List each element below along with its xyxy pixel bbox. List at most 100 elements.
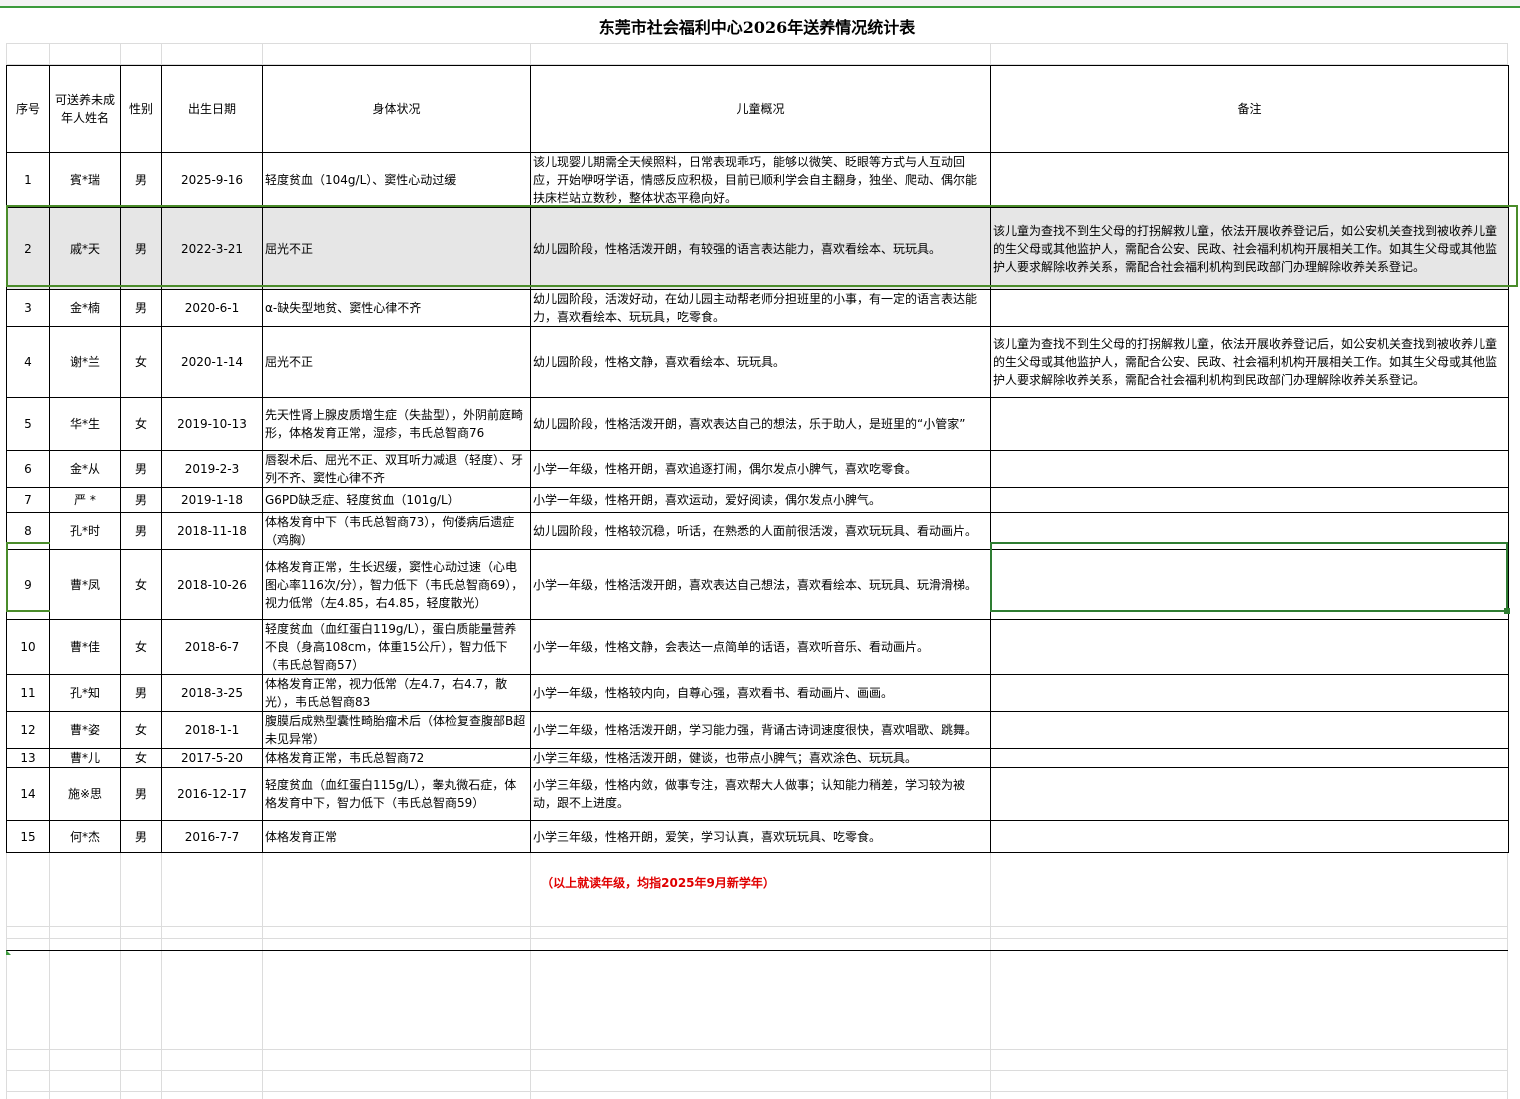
cell-health[interactable]: α-缺失型地贫、窦性心律不齐: [262, 289, 531, 327]
cell-name[interactable]: 孔*时: [49, 512, 121, 550]
cell-birth[interactable]: 2022-3-21: [161, 207, 263, 290]
cell-gender[interactable]: 男: [120, 450, 162, 488]
cell-gender[interactable]: 男: [120, 767, 162, 821]
cell-name[interactable]: 华*生: [49, 397, 121, 451]
cell-birth[interactable]: 2025-9-16: [161, 152, 263, 208]
cell-remark[interactable]: 该儿童为查找不到生父母的打拐解救儿童，依法开展收养登记后，如公安机关查找到被收养…: [990, 207, 1509, 290]
cell-remark[interactable]: [990, 289, 1509, 327]
cell-no[interactable]: 8: [6, 512, 50, 550]
cell-birth[interactable]: 2017-5-20: [161, 748, 263, 768]
cell-birth[interactable]: 2018-10-26: [161, 549, 263, 620]
cell-gender[interactable]: 男: [120, 674, 162, 712]
cell-health[interactable]: 轻度贫血（血红蛋白119g/L），蛋白质能量营养不良（身高108cm，体重15公…: [262, 619, 531, 675]
cell-health[interactable]: 体格发育正常，视力低常（左4.7，右4.7，散光），韦氏总智商83: [262, 674, 531, 712]
cell-no[interactable]: 10: [6, 619, 50, 675]
cell-birth[interactable]: 2020-6-1: [161, 289, 263, 327]
cell-no[interactable]: 13: [6, 748, 50, 768]
cell-birth[interactable]: 2019-10-13: [161, 397, 263, 451]
cell-birth[interactable]: 2018-6-7: [161, 619, 263, 675]
cell-name[interactable]: 施※思: [49, 767, 121, 821]
cell-health[interactable]: 轻度贫血（104g/L）、窦性心动过缓: [262, 152, 531, 208]
cell-gender[interactable]: 男: [120, 289, 162, 327]
cell-remark[interactable]: [990, 487, 1509, 513]
cell-gender[interactable]: 男: [120, 487, 162, 513]
cell-gender[interactable]: 男: [120, 207, 162, 290]
cell-gender[interactable]: 女: [120, 397, 162, 451]
cell-birth[interactable]: 2019-1-18: [161, 487, 263, 513]
cell-birth[interactable]: 2019-2-3: [161, 450, 263, 488]
cell-name[interactable]: 曹*佳: [49, 619, 121, 675]
cell-name[interactable]: 戚*天: [49, 207, 121, 290]
cell-overview[interactable]: 该儿现婴儿期需全天候照料，日常表现乖巧，能够以微笑、眨眼等方式与人互动回应，开始…: [530, 152, 991, 208]
sheet-title[interactable]: 东莞市社会福利中心2026年送养情况统计表: [6, 8, 1508, 44]
cell-overview[interactable]: 小学一年级，性格活泼开朗，喜欢表达自己想法，喜欢看绘本、玩玩具、玩滑滑梯。: [530, 549, 991, 620]
cell-health[interactable]: 先天性肾上腺皮质增生症（失盐型），外阴前庭畸形，体格发育正常，湿疹，韦氏总智商7…: [262, 397, 531, 451]
cell-health[interactable]: 屈光不正: [262, 326, 531, 398]
cell-overview[interactable]: 小学一年级，性格开朗，喜欢追逐打闹，偶尔发点小脾气，喜欢吃零食。: [530, 450, 991, 488]
cell-name[interactable]: 賓*瑞: [49, 152, 121, 208]
blank-row[interactable]: [6, 44, 1508, 65]
cell-no[interactable]: 7: [6, 487, 50, 513]
cell-name[interactable]: 曹*凤: [49, 549, 121, 620]
header-name[interactable]: 可送养未成年人姓名: [49, 65, 121, 153]
cell-health[interactable]: 体格发育中下（韦氏总智商73），佝偻病后遗症（鸡胸）: [262, 512, 531, 550]
cell-no[interactable]: 1: [6, 152, 50, 208]
cell-no[interactable]: 2: [6, 207, 50, 290]
cell-overview[interactable]: 小学二年级，性格活泼开朗，学习能力强，背诵古诗词速度很快，喜欢唱歌、跳舞。: [530, 711, 991, 749]
cell-birth[interactable]: 2018-1-1: [161, 711, 263, 749]
header-health[interactable]: 身体状况: [262, 65, 531, 153]
cell-remark[interactable]: [990, 711, 1509, 749]
cell-gender[interactable]: 女: [120, 619, 162, 675]
cell-name[interactable]: 金*楠: [49, 289, 121, 327]
cell-no[interactable]: 11: [6, 674, 50, 712]
cell-health[interactable]: 体格发育正常，韦氏总智商72: [262, 748, 531, 768]
cell-health[interactable]: 轻度贫血（血红蛋白115g/L），睾丸微石症，体格发育中下，智力低下（韦氏总智商…: [262, 767, 531, 821]
header-no[interactable]: 序号: [6, 65, 50, 153]
cell-name[interactable]: 严 *: [49, 487, 121, 513]
cell-gender[interactable]: 男: [120, 512, 162, 550]
cell-overview[interactable]: 小学三年级，性格内敛，做事专注，喜欢帮大人做事；认知能力稍差，学习较为被动，跟不…: [530, 767, 991, 821]
cell-no[interactable]: 3: [6, 289, 50, 327]
cell-no[interactable]: 5: [6, 397, 50, 451]
cell-gender[interactable]: 女: [120, 711, 162, 749]
cell-health[interactable]: 腹膜后成熟型囊性畸胎瘤术后（体检复查腹部B超未见异常）: [262, 711, 531, 749]
cell-remark[interactable]: [990, 674, 1509, 712]
cell-remark[interactable]: [990, 512, 1509, 550]
cell-overview[interactable]: 小学一年级，性格开朗，喜欢运动，爱好阅读，偶尔发点小脾气。: [530, 487, 991, 513]
cell-overview[interactable]: 小学一年级，性格文静，会表达一点简单的话语，喜欢听音乐、看动画片。: [530, 619, 991, 675]
cell-no[interactable]: 4: [6, 326, 50, 398]
cell-no[interactable]: 9: [6, 549, 50, 620]
cell-remark[interactable]: [990, 152, 1509, 208]
cell-gender[interactable]: 女: [120, 549, 162, 620]
cell-remark[interactable]: [990, 397, 1509, 451]
header-remark[interactable]: 备注: [990, 65, 1509, 153]
cell-overview[interactable]: 幼儿园阶段，性格活泼开朗，有较强的语言表达能力，喜欢看绘本、玩玩具。: [530, 207, 991, 290]
cell-no[interactable]: 6: [6, 450, 50, 488]
cell-health[interactable]: G6PD缺乏症、轻度贫血（101g/L）: [262, 487, 531, 513]
cell-overview[interactable]: 小学三年级，性格活泼开朗，健谈，也带点小脾气；喜欢涂色、玩玩具。: [530, 748, 991, 768]
cell-birth[interactable]: 2020-1-14: [161, 326, 263, 398]
cell-name[interactable]: 曹*儿: [49, 748, 121, 768]
cell-overview[interactable]: 幼儿园阶段，性格较沉稳，听话，在熟悉的人面前很活泼，喜欢玩玩具、看动画片。: [530, 512, 991, 550]
cell-health[interactable]: 屈光不正: [262, 207, 531, 290]
cell-overview[interactable]: 幼儿园阶段，性格文静，喜欢看绘本、玩玩具。: [530, 326, 991, 398]
cell-remark[interactable]: [990, 748, 1509, 768]
cell-name[interactable]: 金*从: [49, 450, 121, 488]
cell-overview[interactable]: 小学一年级，性格较内向，自尊心强，喜欢看书、看动画片、画画。: [530, 674, 991, 712]
footnote[interactable]: （以上就读年级，均指2025年9月新学年）: [6, 838, 1508, 927]
cell-remark[interactable]: 该儿童为查找不到生父母的打拐解救儿童，依法开展收养登记后，如公安机关查找到被收养…: [990, 326, 1509, 398]
cell-health[interactable]: 唇裂术后、屈光不正、双耳听力减退（轻度）、牙列不齐、窦性心律不齐: [262, 450, 531, 488]
cell-gender[interactable]: 女: [120, 326, 162, 398]
header-birth[interactable]: 出生日期: [161, 65, 263, 153]
cell-gender[interactable]: 男: [120, 152, 162, 208]
cell-overview[interactable]: 幼儿园阶段，活泼好动，在幼儿园主动帮老师分担班里的小事，有一定的语言表达能力，喜…: [530, 289, 991, 327]
cell-gender[interactable]: 女: [120, 748, 162, 768]
header-overview[interactable]: 儿童概况: [530, 65, 991, 153]
header-gender[interactable]: 性别: [120, 65, 162, 153]
cell-health[interactable]: 体格发育正常，生长迟缓，窦性心动过速（心电图心率116次/分），智力低下（韦氏总…: [262, 549, 531, 620]
cell-remark[interactable]: [990, 619, 1509, 675]
cell-no[interactable]: 14: [6, 767, 50, 821]
cell-name[interactable]: 曹*姿: [49, 711, 121, 749]
cell-remark[interactable]: [990, 450, 1509, 488]
cell-birth[interactable]: 2016-12-17: [161, 767, 263, 821]
